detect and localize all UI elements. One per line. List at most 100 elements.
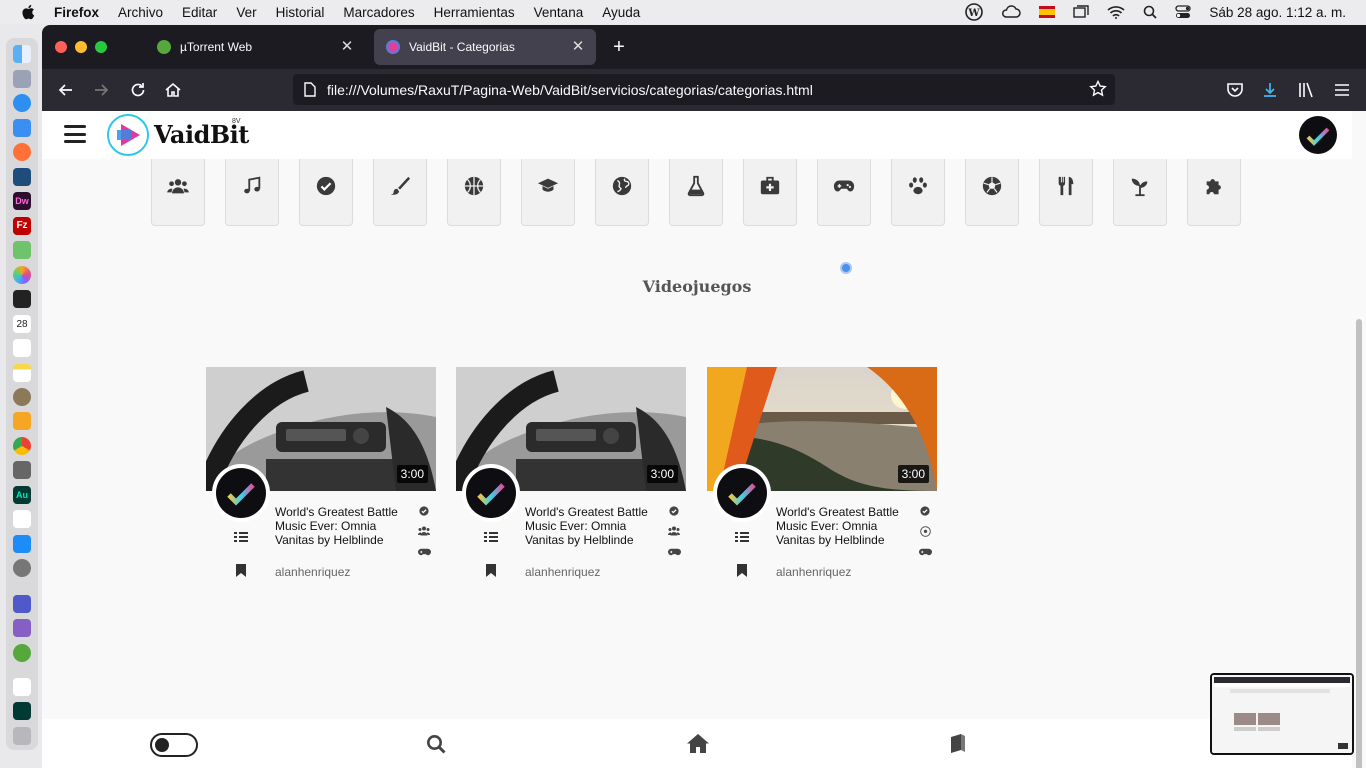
pages-icon[interactable] — [13, 412, 31, 430]
textedit-icon[interactable] — [13, 510, 31, 528]
close-tab-icon[interactable]: ✕ — [339, 39, 355, 55]
category-puzzles[interactable] — [1187, 159, 1241, 226]
wordpress-icon[interactable]: W — [965, 3, 984, 21]
terminal-icon[interactable] — [13, 290, 31, 308]
tab-vaidbit[interactable]: VaidBit - Categorias ✕ — [374, 29, 596, 65]
hamburger-menu-icon[interactable] — [64, 125, 86, 143]
list-icon[interactable] — [484, 531, 498, 543]
forward-icon[interactable] — [91, 80, 111, 100]
remote-desktop-icon[interactable] — [13, 168, 31, 186]
category-world[interactable] — [595, 159, 649, 226]
book-icon[interactable] — [949, 733, 967, 754]
menu-marcadores[interactable]: Marcadores — [343, 5, 414, 20]
category-nature[interactable] — [1113, 159, 1167, 226]
menubar-clock[interactable]: Sáb 28 ago. 1:12 a. m. — [1209, 5, 1346, 20]
video-card[interactable]: 3:00 World's Greatest Battle Music Ever:… — [707, 367, 937, 587]
category-food[interactable] — [1039, 159, 1093, 226]
page-scrollbar[interactable] — [1354, 159, 1364, 768]
automator-icon[interactable] — [13, 461, 31, 479]
menu-ventana[interactable]: Ventana — [534, 5, 584, 20]
channel-avatar[interactable] — [713, 464, 771, 522]
notes-icon[interactable] — [13, 364, 31, 382]
calendar-icon[interactable]: 28 — [13, 315, 31, 333]
audition-icon[interactable]: Au — [13, 486, 31, 504]
theme-toggle[interactable] — [150, 733, 198, 757]
list-icon[interactable] — [234, 531, 248, 543]
wifi-icon[interactable] — [1107, 5, 1125, 19]
trash-icon[interactable] — [13, 727, 31, 745]
bookmark-star-icon[interactable] — [1089, 80, 1107, 98]
video-author[interactable]: alanhenriquez — [525, 565, 600, 579]
category-education[interactable] — [521, 159, 575, 226]
teams-icon[interactable] — [13, 595, 31, 613]
home-icon[interactable] — [163, 80, 183, 100]
menu-herramientas[interactable]: Herramientas — [434, 5, 515, 20]
control-center-icon[interactable] — [1175, 5, 1192, 19]
menu-ver[interactable]: Ver — [236, 5, 256, 20]
chrome-icon[interactable] — [13, 437, 31, 455]
filezilla-icon[interactable]: Fz — [13, 217, 31, 235]
window-switcher-icon[interactable] — [1073, 5, 1090, 19]
zoom-window-button[interactable] — [95, 41, 107, 53]
close-tab-icon[interactable]: ✕ — [570, 39, 586, 55]
video-author[interactable]: alanhenriquez — [275, 565, 350, 579]
home-icon[interactable] — [687, 734, 709, 753]
firefox-icon[interactable] — [13, 143, 31, 161]
back-icon[interactable] — [56, 80, 76, 100]
search-icon[interactable] — [426, 734, 446, 754]
finder-icon[interactable] — [13, 45, 31, 63]
user-avatar[interactable] — [1299, 116, 1337, 154]
menu-editar[interactable]: Editar — [182, 5, 217, 20]
category-science[interactable] — [669, 159, 723, 226]
apple-icon[interactable] — [20, 3, 38, 21]
bookmark-icon[interactable] — [236, 564, 246, 577]
safari-icon[interactable] — [13, 94, 31, 112]
utorrent-dock-icon[interactable] — [13, 644, 31, 662]
close-window-button[interactable] — [55, 41, 67, 53]
channel-avatar[interactable] — [212, 464, 270, 522]
scrollbar-thumb[interactable] — [1356, 319, 1362, 768]
video-title[interactable]: World's Greatest Battle Music Ever: Omni… — [776, 505, 916, 547]
bookmark-icon[interactable] — [486, 564, 496, 577]
minimize-window-button[interactable] — [75, 41, 87, 53]
window-preview-thumbnail[interactable] — [1210, 673, 1354, 755]
video-card[interactable]: 3:00 World's Greatest Battle Music Ever:… — [456, 367, 686, 587]
tab-utorrent[interactable]: µTorrent Web ✕ — [145, 29, 365, 65]
list-icon[interactable] — [735, 531, 749, 543]
disk-utility-icon[interactable] — [13, 559, 31, 577]
spain-flag-icon[interactable] — [1039, 6, 1056, 18]
channel-avatar[interactable] — [462, 464, 520, 522]
vaidbit-logo-icon[interactable] — [107, 114, 149, 156]
launchpad-icon[interactable] — [13, 70, 31, 88]
gimp-icon[interactable] — [13, 388, 31, 406]
menu-app-name[interactable]: Firefox — [54, 5, 99, 20]
photos-icon[interactable] — [13, 266, 31, 284]
reminders-icon[interactable] — [13, 339, 31, 357]
category-animals[interactable] — [891, 159, 945, 226]
app-store-icon[interactable] — [13, 535, 31, 553]
category-music[interactable] — [225, 159, 279, 226]
new-tab-button[interactable]: + — [609, 37, 629, 57]
category-videogames[interactable] — [817, 159, 871, 226]
document-icon[interactable] — [13, 678, 31, 696]
mail-icon[interactable] — [13, 119, 31, 137]
category-soccer[interactable] — [965, 159, 1019, 226]
library-icon[interactable] — [1296, 80, 1316, 100]
spotlight-search-icon[interactable] — [1143, 5, 1158, 19]
video-title[interactable]: World's Greatest Battle Music Ever: Omni… — [275, 505, 415, 547]
category-art[interactable] — [373, 159, 427, 226]
category-users[interactable] — [151, 159, 205, 226]
visual-studio-icon[interactable] — [13, 619, 31, 637]
audition-file-icon[interactable] — [13, 702, 31, 720]
menu-archivo[interactable]: Archivo — [118, 5, 163, 20]
maps-icon[interactable] — [13, 241, 31, 259]
creative-cloud-icon[interactable] — [1001, 5, 1022, 19]
video-title[interactable]: World's Greatest Battle Music Ever: Omni… — [525, 505, 665, 547]
dreamweaver-icon[interactable]: Dw — [13, 192, 31, 210]
category-health[interactable] — [743, 159, 797, 226]
video-card[interactable]: 3:00 World's Greatest Battle Music Ever:… — [206, 367, 436, 587]
downloads-icon[interactable] — [1260, 80, 1280, 100]
bookmark-icon[interactable] — [737, 564, 747, 577]
pocket-icon[interactable] — [1225, 80, 1245, 100]
menu-ayuda[interactable]: Ayuda — [602, 5, 640, 20]
